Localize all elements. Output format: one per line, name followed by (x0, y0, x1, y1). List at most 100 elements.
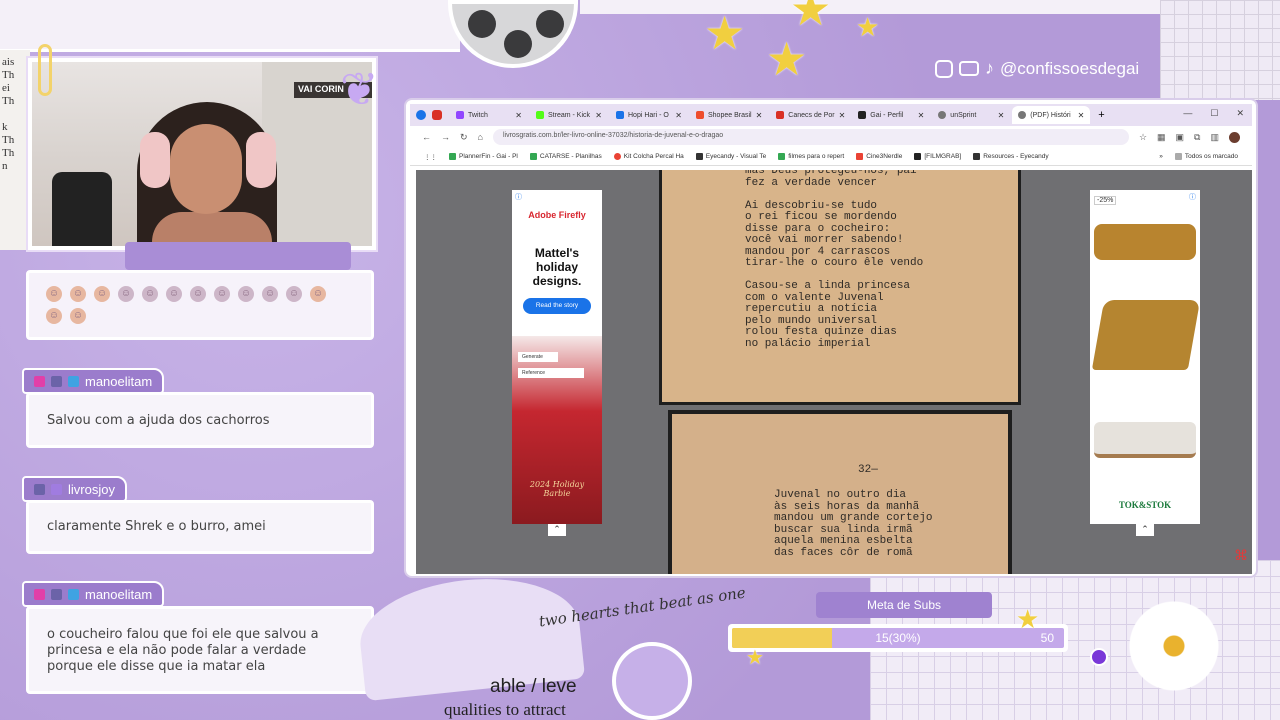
torn-paper-top (0, 0, 460, 52)
paperclip-icon (38, 44, 52, 96)
ad-collapse-icon[interactable]: ⌃ (548, 524, 566, 536)
site-icon (973, 153, 981, 160)
bookmark-item[interactable]: Resources - Eyecandy (973, 153, 1049, 160)
heart-badge-icon (34, 375, 45, 387)
tab-shopee[interactable]: Shopee Brasil ✕ (690, 106, 768, 124)
star-icon: ★ (1016, 604, 1040, 634)
tab-unsprint[interactable]: unSprint ✕ (932, 106, 1010, 124)
gift-badge-icon (51, 483, 62, 495)
tab-search-icon[interactable] (416, 110, 426, 120)
tiktok-icon: ♪ (985, 58, 994, 78)
reload-icon[interactable]: ↻ (460, 132, 468, 143)
home-icon[interactable]: ⌂ (478, 132, 483, 142)
puzzle-icon[interactable]: ⧉ (1194, 132, 1200, 143)
paw-icon (612, 642, 692, 720)
shopee-icon (696, 111, 704, 119)
close-icon[interactable]: ✕ (839, 111, 846, 120)
ad-banner-right[interactable]: -25% ⓘ TOK&STOK (1090, 190, 1201, 524)
sub-badge-icon (51, 588, 62, 600)
pdf-icon[interactable]: ⌘ (1234, 547, 1248, 564)
forward-icon[interactable]: → (441, 132, 450, 142)
ad-banner-left[interactable]: ⓘ Adobe Firefly Mattel's holiday designs… (512, 190, 602, 524)
sub-dot-icon: ☺ (238, 286, 254, 302)
bookmark-star-icon[interactable]: ☆ (1139, 132, 1147, 143)
close-icon[interactable]: ✕ (998, 111, 1005, 120)
bookmark-item[interactable]: Kit Colcha Percal Ha (613, 153, 684, 160)
site-icon (856, 153, 864, 160)
sub-dot-icon: ☺ (46, 308, 62, 324)
profile-avatar[interactable] (1229, 131, 1240, 143)
tab-search-icon[interactable] (432, 110, 442, 120)
bookmark-item[interactable]: PlannerFin - Gai - Pl (449, 153, 518, 160)
ad-info-icon[interactable]: ⓘ (1189, 192, 1196, 202)
tab-gai-perfil[interactable]: Gai - Perfil ✕ (852, 106, 930, 124)
sub-goal-label: Meta de Subs (816, 592, 992, 618)
sub-goal-dots: ☺ ☺ ☺ ☺ ☺ ☺ ☺ ☺ ☺ ☺ ☺ ☺ ☺ ☺ (46, 286, 346, 324)
more-bookmarks-icon[interactable]: » (1159, 153, 1163, 160)
minimize-icon[interactable]: — (1183, 108, 1192, 119)
close-icon[interactable]: ✕ (1078, 111, 1085, 120)
sidepanel-icon[interactable]: ▥ (1210, 132, 1219, 143)
youtube-icon (959, 61, 979, 76)
close-icon[interactable]: ✕ (756, 111, 763, 120)
purple-dot-icon (1090, 648, 1108, 666)
close-icon[interactable]: ✕ (918, 111, 925, 120)
url-field[interactable]: livrosgratis.com.br/ler-livro-online-370… (492, 129, 1129, 145)
twitch-icon (456, 111, 464, 119)
sub-dot-icon: ☺ (214, 286, 230, 302)
sub-dot-icon: ☺ (46, 286, 62, 302)
site-icon (695, 153, 703, 160)
tab-twitch[interactable]: Twitch ✕ (450, 106, 528, 124)
ad-brand: Adobe Firefly (528, 210, 586, 220)
bookmark-item[interactable]: Cine3Nerdle (856, 153, 902, 160)
social-handles: ♪ @confissoesdegai (935, 58, 1139, 79)
poem-text: mas Deus protegeu-nos, pai fez a verdade… (745, 170, 924, 350)
back-icon[interactable]: ← (422, 132, 431, 142)
torn-paper-top-right (580, 0, 1180, 14)
discount-badge: -25% (1094, 196, 1117, 205)
tab-hopi-hari[interactable]: Hopi Hari - O ✕ (610, 106, 688, 124)
tab-kick[interactable]: Stream - Kick ✕ (530, 106, 608, 124)
close-icon[interactable]: ✕ (675, 111, 682, 120)
sub-dot-icon: ☺ (190, 286, 206, 302)
maximize-icon[interactable]: ☐ (1210, 108, 1218, 119)
window-controls: — ☐ ✕ (1183, 108, 1244, 119)
sub-badge-icon (34, 483, 45, 495)
sub-dot-icon: ☺ (70, 286, 86, 302)
apps-grid-icon[interactable]: ⋮⋮ (424, 153, 437, 161)
tab-pdf-historia[interactable]: (PDF) Históri ✕ (1012, 106, 1091, 124)
new-tab-button[interactable]: + (1098, 109, 1104, 121)
bookmark-item[interactable]: Eyecandy - Visual Te (695, 153, 766, 160)
extensions-icon[interactable]: ▦ (1157, 132, 1166, 143)
globe-icon (938, 111, 947, 119)
ad-info-icon[interactable]: ⓘ (515, 192, 522, 202)
sub-dot-icon: ☺ (310, 286, 326, 302)
pdf-page-31: mas Deus protegeu-nos, pai fez a verdade… (662, 170, 1018, 402)
bookmark-item[interactable]: filmes para o repert (778, 153, 844, 160)
cast-icon[interactable]: ▣ (1176, 132, 1185, 143)
page-number: 32— (858, 464, 878, 476)
chat-message: o coucheiro falou que foi ele que salvou… (26, 606, 374, 694)
close-window-icon[interactable]: ✕ (1236, 108, 1244, 119)
ad-cta-button[interactable]: Read the story (523, 298, 591, 314)
site-icon (914, 153, 922, 160)
sheet-icon (449, 153, 456, 160)
sheet-icon (778, 153, 786, 160)
name-plate (125, 242, 351, 270)
ad-collapse-icon[interactable]: ⌃ (1136, 524, 1154, 536)
sub-dot-icon: ☺ (262, 286, 278, 302)
pdf-viewer[interactable]: ⓘ Adobe Firefly Mattel's holiday designs… (416, 170, 1252, 574)
bookmark-item[interactable]: CATARSE - Planilhas (529, 153, 602, 160)
close-icon[interactable]: ✕ (515, 111, 522, 120)
bookmark-item[interactable]: [FILMGRAB] (914, 153, 961, 160)
sub-dot-icon: ☺ (118, 286, 134, 302)
bookmarks-bar: ⋮⋮ PlannerFin - Gai - Pl CATARSE - Plani… (410, 148, 1252, 166)
bookmark-folder[interactable]: Todos os marcado (1174, 153, 1238, 160)
sub-dot-icon: ☺ (142, 286, 158, 302)
webcam-frame: VAI CORIN (28, 58, 376, 250)
tab-canecas[interactable]: Canecs de Por ✕ (770, 106, 850, 124)
browser-window: Twitch ✕ Stream - Kick ✕ Hopi Hari - O ✕ Sh… (406, 100, 1256, 576)
grid-paper-top-right (1160, 0, 1280, 100)
daisy-icon (1128, 600, 1220, 692)
close-icon[interactable]: ✕ (595, 111, 602, 120)
